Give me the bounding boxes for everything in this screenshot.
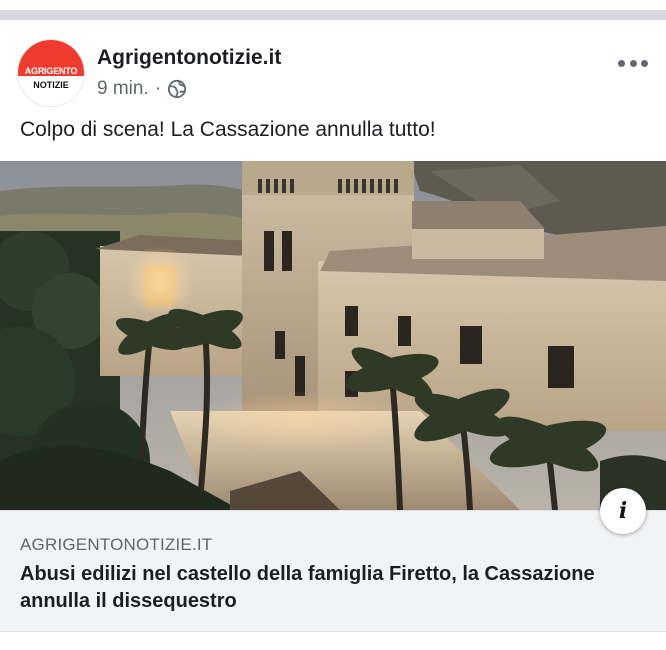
- avatar-text-bottom: NOTIZIE: [33, 80, 69, 90]
- more-options-icon[interactable]: [618, 58, 648, 68]
- globe-icon: [167, 79, 187, 99]
- more-dot: [618, 59, 625, 67]
- post-time[interactable]: 9 min.: [97, 78, 149, 100]
- link-domain: AGRIGENTONOTIZIE.IT: [20, 535, 213, 554]
- page-name-link[interactable]: Agrigentonotizie.it: [97, 46, 281, 70]
- info-icon[interactable]: i: [600, 488, 646, 534]
- castle-photo: [0, 161, 666, 510]
- link-title[interactable]: Abusi edilizi nel castello della famigli…: [20, 561, 620, 615]
- top-strip: [0, 0, 666, 10]
- meta-separator: ·: [154, 78, 162, 99]
- feed-divider: [0, 10, 666, 20]
- avatar-text-top: AGRIGENTO: [24, 66, 78, 76]
- link-preview-card[interactable]: AGRIGENTONOTIZIE.IT Abusi edilizi nel ca…: [0, 510, 666, 632]
- post-meta: 9 min. ·: [97, 77, 187, 101]
- post-footer-space: [0, 632, 666, 650]
- post-text: Colpo di scena! La Cassazione annulla tu…: [20, 118, 436, 141]
- post-header: AGRIGENTO NOTIZIE Agrigentonotizie.it 9 …: [0, 20, 666, 112]
- link-preview-image[interactable]: [0, 161, 666, 510]
- page-avatar[interactable]: AGRIGENTO NOTIZIE: [18, 40, 84, 106]
- more-dot: [629, 59, 637, 67]
- more-dot: [641, 59, 648, 67]
